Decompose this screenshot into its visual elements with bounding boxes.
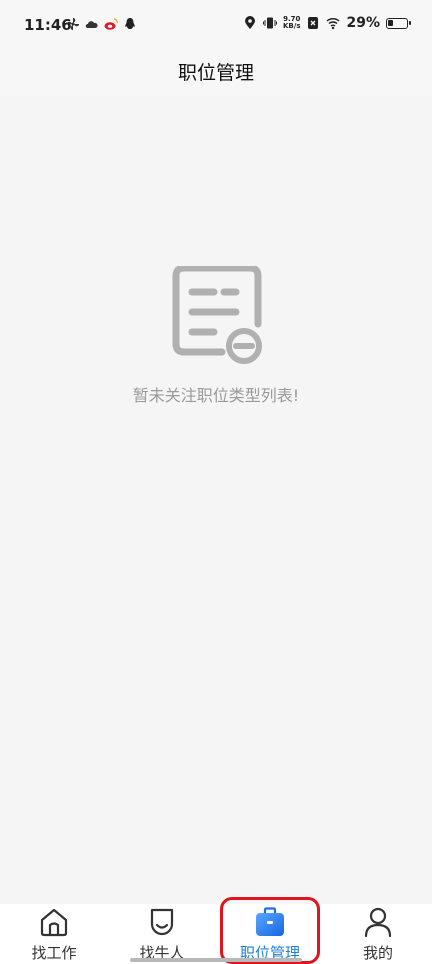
status-time: 11:46 [24, 16, 72, 34]
face-icon [150, 908, 174, 936]
weibo-icon [104, 18, 118, 30]
page-title: 职位管理 [177, 62, 254, 84]
active-tab-highlight-box [220, 897, 320, 964]
qq-icon [125, 18, 135, 29]
tab-find-job[interactable]: 找工作 [0, 904, 108, 964]
home-icon [40, 908, 68, 937]
bottom-tab-bar: 找工作 找牛人 职位管理 我的 [0, 904, 432, 964]
wifi-icon [326, 17, 340, 30]
status-system-icons: 9.70 KB/s 29% [243, 15, 411, 31]
cloud-icon [85, 21, 98, 28]
location-icon [245, 16, 255, 29]
document-remove-icon [172, 266, 262, 364]
vibrate-icon [263, 17, 277, 29]
tab-profile[interactable]: 我的 [324, 904, 432, 964]
empty-state: 暂未关注职位类型列表! [0, 96, 432, 904]
tab-label: 找工作 [31, 944, 77, 962]
fan-icon [67, 18, 79, 30]
sim-disabled-icon [308, 17, 319, 29]
battery-percent: 29% [346, 15, 380, 31]
status-notification-icons [66, 17, 137, 31]
status-bar: 11:46 9.70 KB/s 29% [0, 0, 432, 50]
app-header: 职位管理 [0, 50, 432, 96]
tab-find-talent[interactable]: 找牛人 [108, 904, 216, 964]
battery-icon [386, 17, 411, 29]
home-indicator[interactable] [130, 958, 302, 962]
tab-label: 我的 [362, 944, 393, 962]
person-icon [364, 907, 392, 938]
network-speed: 9.70 KB/s [283, 15, 301, 30]
empty-message: 暂未关注职位类型列表! [132, 386, 300, 405]
